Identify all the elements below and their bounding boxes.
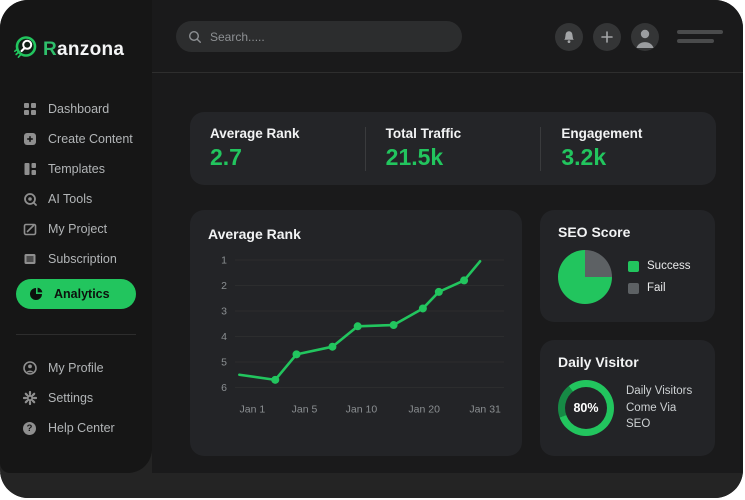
- templates-icon: [22, 162, 37, 177]
- sidebar: Ranzona Dashboard Create Content Templat…: [0, 0, 152, 473]
- sidebar-item-label: Settings: [48, 391, 94, 405]
- stat-value: 21.5k: [385, 144, 444, 170]
- topbar-actions: [555, 22, 723, 51]
- stat-label: Total Traffic: [385, 126, 462, 141]
- seo-score-pie-chart: [558, 250, 612, 304]
- sidebar-item-templates[interactable]: Templates: [0, 154, 152, 184]
- subscription-icon: [22, 252, 37, 267]
- brand-logo: Ranzona: [0, 34, 152, 66]
- svg-text:Jan 1: Jan 1: [240, 404, 266, 416]
- svg-text:2: 2: [221, 280, 227, 292]
- bell-icon: [562, 30, 576, 44]
- daily-visitor-title: Daily Visitor: [558, 354, 639, 370]
- svg-text:4: 4: [221, 331, 227, 343]
- legend-item-fail: Fail: [628, 282, 690, 294]
- stat-value: 3.2k: [561, 144, 607, 170]
- sidebar-item-help-center[interactable]: ? Help Center: [0, 413, 152, 443]
- brand-name: Ranzona: [43, 39, 125, 60]
- sidebar-item-label: My Project: [48, 222, 108, 236]
- average-rank-line-chart: 1 2 3 4 5 6 Jan 1 Jan 5 Jan 10 Jan 20 Jan 31: [221, 255, 504, 416]
- sidebar-item-label: Subscription: [48, 252, 117, 266]
- help-icon: ?: [22, 421, 37, 436]
- stat-engagement: Engagement 3.2k: [541, 126, 716, 171]
- legend-item-success: Success: [628, 260, 690, 272]
- sidebar-item-create-content[interactable]: Create Content: [0, 124, 152, 154]
- main-area: Average Rank 2.7 Total Traffic 21.5k Eng…: [152, 0, 743, 473]
- svg-text:Jan 20: Jan 20: [408, 404, 440, 416]
- create-content-icon: [22, 132, 37, 147]
- search-input[interactable]: [210, 29, 450, 44]
- sidebar-item-label: AI Tools: [48, 192, 93, 206]
- stat-value: 2.7: [210, 144, 242, 170]
- sidebar-item-label: Templates: [48, 162, 105, 176]
- user-avatar[interactable]: [631, 22, 659, 51]
- sidebar-item-label: Create Content: [48, 132, 133, 146]
- seo-legend: Success Fail: [628, 260, 690, 294]
- sidebar-item-dashboard[interactable]: Dashboard: [0, 94, 152, 124]
- ai-tools-icon: [22, 192, 37, 207]
- daily-visitor-card: Daily Visitor 80% Daily Visitors Come Vi…: [540, 340, 715, 456]
- svg-text:1: 1: [221, 255, 227, 267]
- sidebar-item-label: Help Center: [48, 421, 115, 435]
- daily-visitor-caption: Daily Visitors Come Via SEO: [626, 384, 693, 431]
- fail-swatch: [628, 282, 639, 294]
- gear-icon: [22, 391, 37, 406]
- stat-total-traffic: Total Traffic 21.5k: [366, 126, 541, 171]
- search-icon: [188, 30, 202, 44]
- seo-score-title: SEO Score: [558, 224, 631, 240]
- dashboard-content: Average Rank 2.7 Total Traffic 21.5k Eng…: [152, 73, 743, 456]
- app-window: Ranzona Dashboard Create Content Templat…: [0, 0, 743, 498]
- topbar: [152, 0, 743, 73]
- stat-label: Engagement: [561, 126, 643, 141]
- daily-visitor-donut-chart: 80%: [558, 380, 614, 436]
- seo-score-card: SEO Score Success Fail: [540, 210, 715, 322]
- my-project-icon: [22, 222, 37, 237]
- svg-text:5: 5: [221, 357, 227, 369]
- plus-icon: [601, 30, 613, 43]
- brand-logo-icon: [12, 34, 39, 66]
- analytics-pie-icon: [28, 287, 43, 302]
- stats-summary-card: Average Rank 2.7 Total Traffic 21.5k Eng…: [190, 112, 716, 185]
- sidebar-footer-nav: My Profile Settings ? Help Center: [0, 353, 152, 443]
- sidebar-item-label: My Profile: [48, 361, 104, 375]
- sidebar-item-label: Analytics: [54, 287, 110, 301]
- avatar-icon: [631, 23, 659, 51]
- chart-title: Average Rank: [208, 226, 301, 242]
- legend-label: Fail: [647, 282, 666, 294]
- sidebar-item-ai-tools[interactable]: AI Tools: [0, 184, 152, 214]
- sidebar-nav: Dashboard Create Content Templates AI To…: [0, 94, 152, 314]
- sidebar-item-my-project[interactable]: My Project: [0, 214, 152, 244]
- svg-text:6: 6: [221, 382, 227, 394]
- svg-text:3: 3: [221, 306, 227, 318]
- svg-text:Jan 10: Jan 10: [346, 404, 378, 416]
- menu-bar: [677, 30, 723, 34]
- notifications-button[interactable]: [555, 22, 583, 51]
- sidebar-item-subscription[interactable]: Subscription: [0, 244, 152, 274]
- average-rank-chart-card: Average Rank 1 2 3 4 5 6 Jan 1 Jan 5 Jan 10 Jan 2…: [190, 210, 522, 456]
- dashboard-icon: [22, 102, 37, 117]
- svg-text:Jan 5: Jan 5: [292, 404, 318, 416]
- legend-label: Success: [647, 260, 691, 272]
- svg-text:Jan 31: Jan 31: [469, 404, 501, 416]
- success-swatch: [628, 260, 639, 272]
- sidebar-item-label: Dashboard: [48, 102, 110, 116]
- stat-label: Average Rank: [210, 126, 300, 141]
- sidebar-item-analytics[interactable]: Analytics: [16, 279, 136, 309]
- donut-percent-label: 80%: [573, 401, 599, 415]
- stat-average-rank: Average Rank 2.7: [190, 126, 365, 171]
- menu-toggle[interactable]: [677, 30, 723, 43]
- add-button[interactable]: [593, 22, 621, 51]
- menu-bar: [677, 39, 714, 43]
- sidebar-divider: [16, 334, 136, 335]
- sidebar-item-my-profile[interactable]: My Profile: [0, 353, 152, 383]
- profile-icon: [22, 361, 37, 376]
- sidebar-item-settings[interactable]: Settings: [0, 383, 152, 413]
- window-footer-strip: [0, 473, 743, 498]
- search-bar[interactable]: [176, 21, 462, 52]
